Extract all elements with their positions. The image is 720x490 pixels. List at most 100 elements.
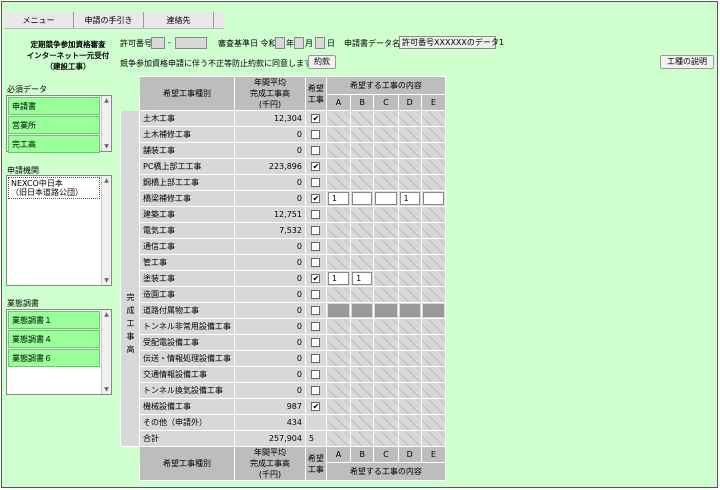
desired-checkbox[interactable] bbox=[311, 386, 321, 395]
work-type-name: 通信工事 bbox=[139, 238, 235, 255]
scroll-up-icon[interactable]: ▲ bbox=[102, 96, 111, 105]
desired-checkbox-cell bbox=[304, 382, 327, 399]
permit-number-field-1[interactable] bbox=[151, 37, 165, 49]
work-type-name: 塗装工事 bbox=[139, 270, 235, 287]
survey-list-scrollbar[interactable]: ▲ ▼ bbox=[101, 310, 111, 394]
required-item-completion[interactable]: 完工高 bbox=[8, 135, 100, 153]
desired-checkbox[interactable] bbox=[311, 322, 321, 331]
side-label: 完成工事高 bbox=[120, 110, 140, 447]
desired-checkbox[interactable]: ✔ bbox=[311, 274, 321, 283]
footer-col-letter: B bbox=[350, 446, 375, 463]
desired-checkbox[interactable] bbox=[311, 226, 321, 235]
permit-number-field-2[interactable] bbox=[175, 37, 207, 49]
desired-checkbox[interactable] bbox=[311, 210, 321, 219]
scroll-down-icon[interactable]: ▼ bbox=[102, 276, 111, 285]
work-type-name: 舗装工事 bbox=[139, 142, 235, 159]
contents-disabled-cell bbox=[325, 206, 352, 223]
desired-checkbox[interactable]: ✔ bbox=[311, 194, 321, 203]
date-day-field[interactable] bbox=[315, 37, 325, 49]
contents-disabled-cell bbox=[420, 414, 447, 431]
contents-input[interactable] bbox=[375, 192, 397, 205]
scroll-up-icon[interactable]: ▲ bbox=[102, 310, 111, 319]
desired-checkbox[interactable] bbox=[311, 290, 321, 299]
desired-checkbox[interactable] bbox=[311, 306, 321, 315]
menu-item-guide[interactable]: 申請の手引き bbox=[74, 12, 144, 28]
contents-input[interactable]: 1 bbox=[399, 192, 420, 205]
desired-checkbox[interactable]: ✔ bbox=[311, 162, 321, 171]
desired-checkbox[interactable] bbox=[311, 146, 321, 155]
contents-input[interactable]: 1 bbox=[327, 272, 350, 285]
contents-disabled-cell bbox=[350, 174, 375, 191]
work-type-amount: 0 bbox=[234, 142, 306, 159]
required-item-application[interactable]: 申請書 bbox=[8, 97, 100, 115]
desired-checkbox[interactable] bbox=[311, 354, 321, 363]
contents-disabled-cell bbox=[350, 430, 375, 447]
org-list-scrollbar[interactable]: ▲ ▼ bbox=[101, 176, 111, 285]
explain-work-types-button[interactable]: 工種の説明 bbox=[660, 55, 714, 69]
desired-checkbox[interactable] bbox=[311, 242, 321, 251]
survey-item-6[interactable]: 業態調書６ bbox=[8, 349, 100, 367]
desired-checkbox[interactable] bbox=[311, 130, 321, 139]
table-row: 塗装工事 0 ✔ 1 1 bbox=[121, 270, 447, 287]
required-item-office[interactable]: 営業所 bbox=[8, 116, 100, 134]
contents-input[interactable] bbox=[352, 192, 373, 205]
datafile-label: 申請書データ名 bbox=[344, 39, 400, 48]
grid-corner bbox=[121, 95, 140, 111]
title-line-1: 定期競争参加資格審査 bbox=[30, 40, 106, 49]
contents-disabled-cell bbox=[397, 302, 422, 319]
date-year-field[interactable] bbox=[275, 37, 285, 49]
date-month-unit: 月 bbox=[305, 39, 313, 48]
footer-col-letter: E bbox=[420, 446, 447, 463]
contents-input[interactable]: 1 bbox=[327, 192, 350, 205]
contents-input-cell: 1 bbox=[397, 190, 422, 207]
contents-disabled-cell bbox=[325, 110, 352, 127]
work-type-amount: 0 bbox=[234, 270, 306, 287]
contents-disabled-cell bbox=[350, 206, 375, 223]
desired-checkbox[interactable]: ✔ bbox=[311, 114, 321, 123]
menu-item-menu[interactable]: メニュー bbox=[4, 12, 74, 28]
desired-checkbox[interactable] bbox=[311, 338, 321, 347]
header-desired: 希望 工事 bbox=[304, 76, 327, 111]
survey-item-1[interactable]: 業態調書１ bbox=[8, 311, 100, 329]
desired-checkbox[interactable]: ✔ bbox=[311, 402, 321, 411]
desired-checkbox[interactable] bbox=[311, 370, 321, 379]
table-row: 建築工事 12,751 bbox=[121, 206, 447, 223]
review-date-label: 審査基準日 令和 bbox=[218, 39, 277, 48]
work-type-amount: 0 bbox=[234, 302, 306, 319]
table-row: トンネル非常用設備工事 0 bbox=[121, 318, 447, 335]
contents-disabled-cell bbox=[420, 334, 447, 351]
org-item-nexco[interactable]: NEXCO中日本 （旧日本道路公団） bbox=[8, 177, 100, 199]
contents-disabled-cell bbox=[397, 254, 422, 271]
contents-disabled-cell bbox=[373, 142, 399, 159]
header-col-letter: B bbox=[350, 94, 375, 111]
work-type-name: 土木補修工事 bbox=[139, 126, 235, 143]
footer-work-type: 希望工事種別 bbox=[139, 446, 235, 481]
survey-item-4[interactable]: 業態調書４ bbox=[8, 330, 100, 348]
footer-col-letter: C bbox=[373, 446, 399, 463]
contents-disabled-cell bbox=[373, 350, 399, 367]
date-month-field[interactable] bbox=[294, 37, 304, 49]
desired-checkbox[interactable] bbox=[311, 258, 321, 267]
menu-item-contact[interactable]: 連絡先 bbox=[144, 12, 214, 28]
work-type-amount: 7,532 bbox=[234, 222, 306, 239]
scroll-down-icon[interactable]: ▼ bbox=[102, 385, 111, 394]
work-type-name: 交通情報設備工事 bbox=[139, 366, 235, 383]
work-type-amount: 0 bbox=[234, 126, 306, 143]
required-list-scrollbar[interactable]: ▲ ▼ bbox=[101, 96, 111, 151]
scroll-up-icon[interactable]: ▲ bbox=[102, 176, 111, 185]
contents-disabled-cell bbox=[397, 286, 422, 303]
contents-disabled-cell bbox=[350, 350, 375, 367]
contents-input[interactable]: 1 bbox=[352, 272, 373, 285]
contents-input-cell: 1 bbox=[325, 270, 352, 287]
contents-input[interactable] bbox=[422, 192, 444, 205]
contents-disabled-cell bbox=[420, 318, 447, 335]
datafile-name-field[interactable]: 許可番号XXXXXXのデータ1 bbox=[399, 36, 504, 49]
table-row: 舗装工事 0 bbox=[121, 142, 447, 159]
scroll-down-icon[interactable]: ▼ bbox=[102, 142, 111, 151]
desired-checkbox[interactable] bbox=[311, 178, 321, 187]
terms-button[interactable]: 約款 bbox=[308, 55, 336, 69]
date-day-unit: 日 bbox=[327, 39, 335, 48]
contents-input-cell bbox=[420, 190, 447, 207]
work-type-name: 管工事 bbox=[139, 254, 235, 271]
contents-disabled-cell bbox=[373, 174, 399, 191]
